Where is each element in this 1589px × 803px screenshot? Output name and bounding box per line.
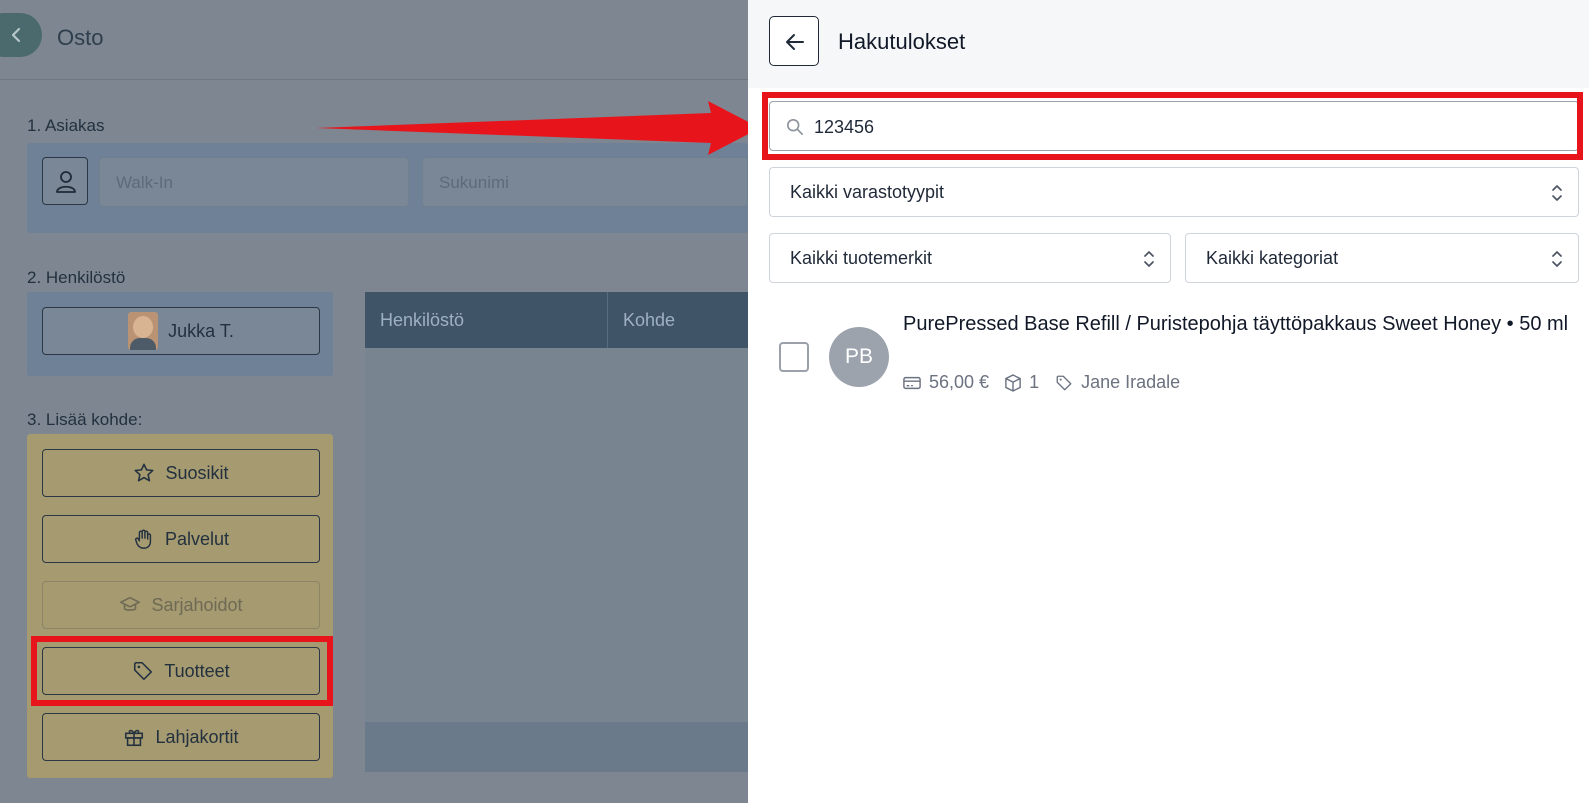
products-highlight-box [31, 636, 333, 706]
category-select[interactable]: Kaikki kategoriat [1185, 233, 1579, 283]
box-icon [1005, 373, 1021, 392]
star-icon [134, 463, 154, 482]
select-arrows-icon [1144, 251, 1154, 267]
customer-search-button[interactable] [42, 157, 88, 205]
annotation-arrow [316, 101, 760, 155]
favorites-button[interactable]: Suosikit [42, 449, 320, 497]
staff-table-footer [365, 722, 748, 772]
brand-value: Kaikki tuotemerkit [790, 248, 933, 268]
staff-member-button[interactable]: Jukka T. [42, 307, 320, 355]
result-checkbox[interactable] [779, 342, 809, 372]
product-brand: Jane Iradale [1081, 372, 1181, 392]
favorites-label: Suosikit [165, 462, 229, 483]
treatment-series-button[interactable]: Sarjahoidot [42, 581, 320, 629]
drawer-header: Hakutulokset [748, 0, 1589, 88]
tag-icon [1056, 375, 1072, 390]
chevron-left-icon [11, 27, 21, 43]
product-meta: 56,00 € 1 Jane Iradale [903, 372, 1196, 393]
product-avatar: PB [829, 327, 889, 387]
services-label: Palvelut [164, 528, 230, 549]
drawer-title: Hakutulokset [838, 29, 966, 54]
product-name: PurePressed Base Refill / Puristepohja t… [903, 313, 1569, 335]
last-name-field[interactable]: Sukunimi [422, 157, 748, 207]
hand-icon [134, 529, 152, 549]
first-name-field[interactable]: Walk-In [99, 157, 409, 207]
stock-type-value: Kaikki varastotyypit [790, 182, 945, 202]
services-button[interactable]: Palvelut [42, 515, 320, 563]
arrow-left-icon [786, 34, 804, 50]
stock-type-select[interactable]: Kaikki varastotyypit [769, 167, 1579, 217]
customer-section-label: 1. Asiakas [27, 116, 105, 135]
search-highlight-box [762, 92, 1583, 160]
brand-select[interactable]: Kaikki tuotemerkit [769, 233, 1171, 283]
search-results-drawer: Hakutulokset Kaikki varastotyypit Kaikki… [748, 0, 1589, 803]
page-title: Osto [57, 25, 104, 50]
product-price: 56,00 € [929, 372, 990, 392]
gift-icon [125, 729, 144, 747]
column-header-item: Kohde [623, 310, 676, 330]
back-button[interactable] [0, 13, 42, 57]
staff-table-header: Henkilöstö Kohde [365, 292, 748, 348]
treatment-series-label: Sarjahoidot [151, 594, 243, 615]
category-value: Kaikki kategoriat [1206, 248, 1339, 268]
user-icon [56, 171, 76, 193]
add-item-section-label: 3. Lisää kohde: [27, 410, 143, 429]
drawer-back-button[interactable] [769, 16, 819, 66]
graduation-cap-icon [120, 596, 141, 611]
column-header-staff: Henkilöstö [380, 310, 465, 330]
product-stock: 1 [1029, 372, 1040, 392]
staff-table: Henkilöstö Kohde [365, 292, 748, 772]
credit-card-icon [903, 376, 921, 389]
gift-cards-label: Lahjakortit [155, 726, 239, 747]
gift-cards-button[interactable]: Lahjakortit [42, 713, 320, 761]
page-header: Osto [0, 0, 748, 80]
select-arrows-icon [1552, 251, 1562, 267]
list-item[interactable]: PB PurePressed Base Refill / Puristepohj… [769, 305, 1579, 405]
staff-section-label: 2. Henkilöstö [27, 268, 126, 287]
staff-avatar [128, 312, 159, 350]
staff-member-name: Jukka T. [168, 320, 234, 341]
select-arrows-icon [1552, 185, 1562, 201]
